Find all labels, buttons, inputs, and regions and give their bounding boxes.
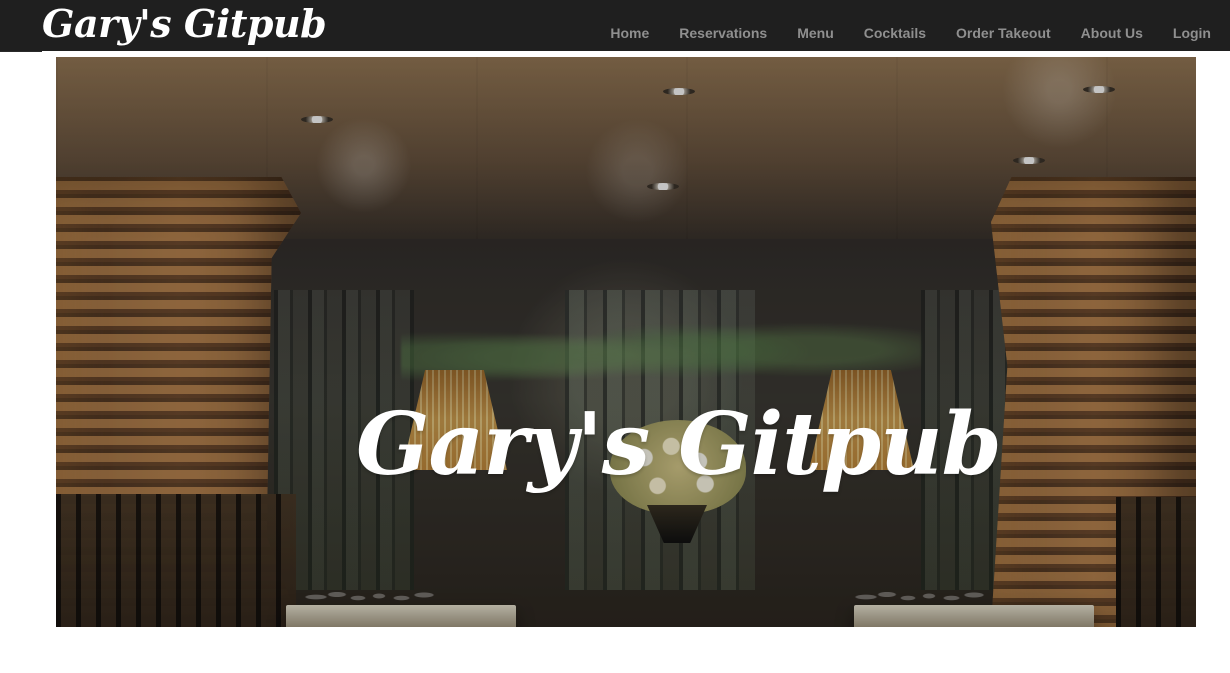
nav-menu-link[interactable]: Menu	[782, 25, 849, 41]
hero-dark-overlay	[56, 57, 1196, 627]
header-divider	[42, 51, 1230, 55]
nav-reservations-link[interactable]: Reservations	[664, 25, 782, 41]
main-navigation: Home Reservations Menu Cocktails Order T…	[595, 0, 1230, 52]
nav-cocktails-link[interactable]: Cocktails	[849, 25, 941, 41]
hero-title: Gary's Gitpub	[356, 393, 1002, 495]
nav-order-takeout-link[interactable]: Order Takeout	[941, 25, 1066, 41]
site-brand-logo[interactable]: Gary's Gitpub	[42, 2, 327, 46]
nav-about-us-link[interactable]: About Us	[1066, 25, 1158, 41]
hero-banner: Gary's Gitpub	[56, 57, 1196, 627]
top-navbar: Gary's Gitpub Home Reservations Menu Coc…	[0, 0, 1230, 52]
nav-login-link[interactable]: Login	[1158, 25, 1230, 41]
nav-home-link[interactable]: Home	[595, 25, 664, 41]
